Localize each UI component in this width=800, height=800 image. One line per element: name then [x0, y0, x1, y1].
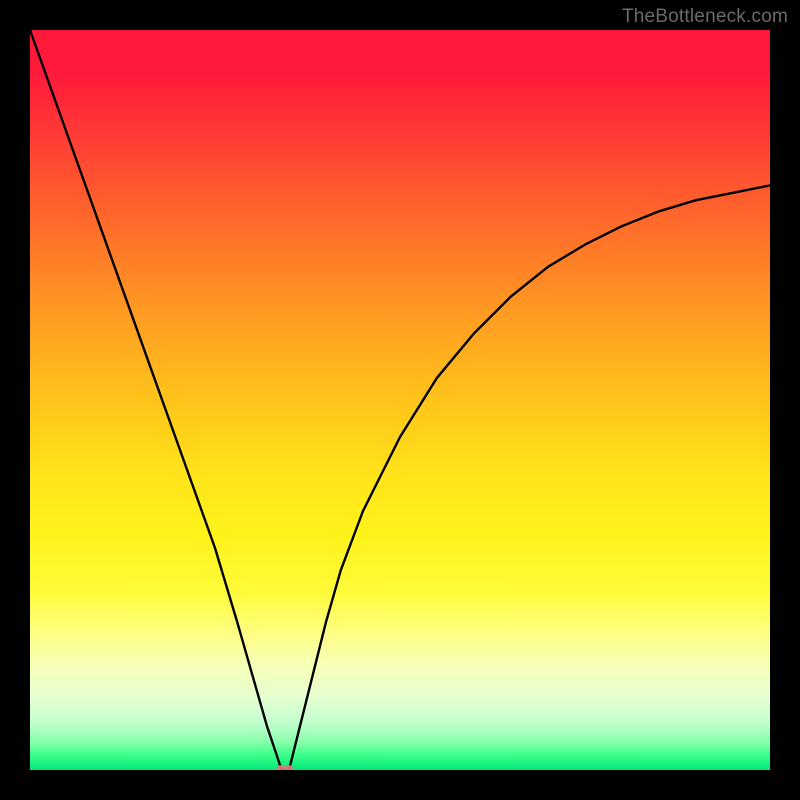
chart-frame: TheBottleneck.com	[0, 0, 800, 800]
optimal-point-marker	[276, 765, 294, 770]
watermark-text: TheBottleneck.com	[622, 6, 788, 28]
plot-area	[30, 30, 770, 770]
bottleneck-curve	[30, 30, 770, 770]
